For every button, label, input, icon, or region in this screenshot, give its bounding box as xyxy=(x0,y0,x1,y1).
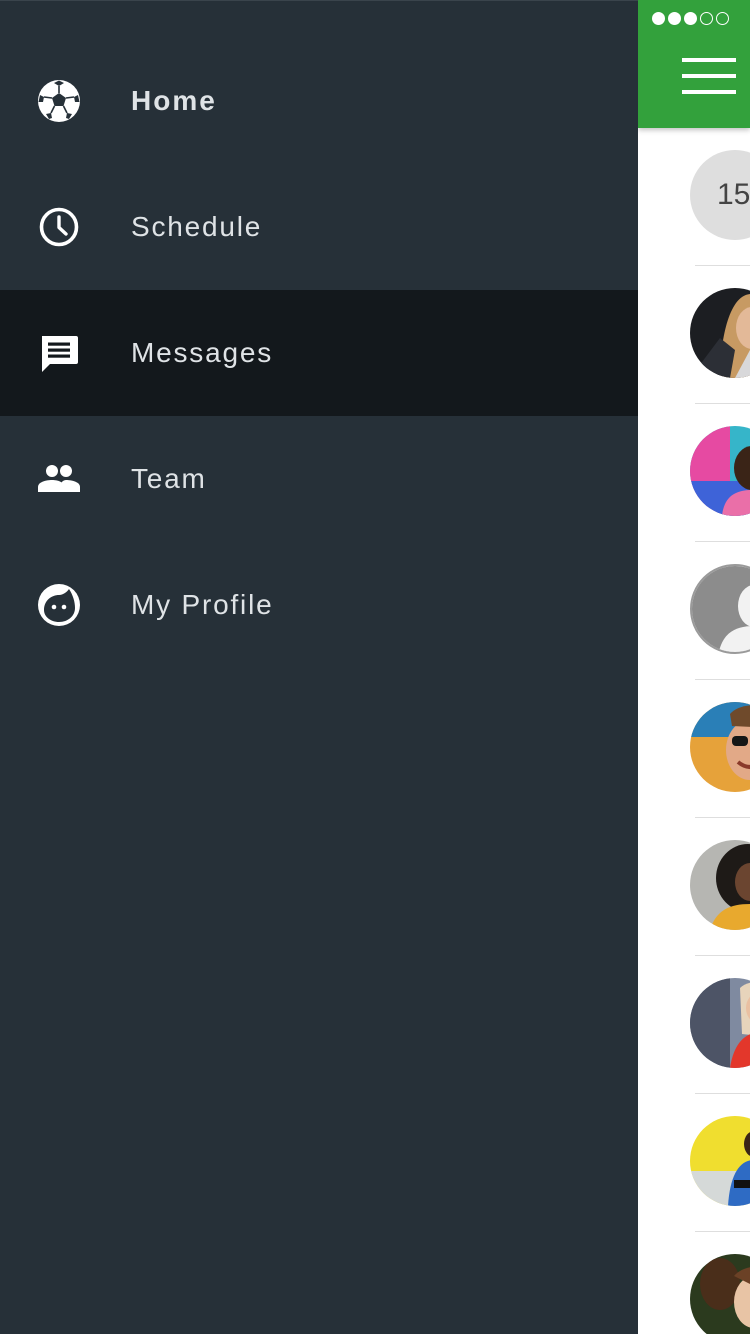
drawer-item-label: Schedule xyxy=(131,211,263,242)
list-item[interactable]: 15 xyxy=(638,128,750,266)
avatar-woman-curly-hair xyxy=(690,840,750,930)
signal-dot xyxy=(668,12,681,25)
avatar-woman-blonde xyxy=(690,288,750,378)
list-item[interactable] xyxy=(638,956,750,1094)
navigation-drawer: Home Schedule Messages Team My Profile xyxy=(0,0,638,1334)
avatar-woman-leaves xyxy=(690,1254,750,1334)
avatar-man-colorful-background xyxy=(690,426,750,516)
signal-dot xyxy=(700,12,713,25)
signal-strength-indicator xyxy=(652,12,729,25)
drawer-item-label: Team xyxy=(131,463,207,494)
list-item[interactable] xyxy=(638,266,750,404)
avatar-man-sunglasses xyxy=(690,702,750,792)
message-icon xyxy=(36,330,82,376)
count-badge: 15 xyxy=(690,150,750,240)
signal-dot xyxy=(652,12,665,25)
app-bar xyxy=(638,0,750,128)
list-item[interactable] xyxy=(638,542,750,680)
avatar-woman-red-shirt xyxy=(690,978,750,1068)
drawer-item-team[interactable]: Team xyxy=(0,416,638,542)
drawer-item-label: Messages xyxy=(131,337,274,368)
list-item[interactable] xyxy=(638,404,750,542)
signal-dot xyxy=(716,12,729,25)
list-item[interactable] xyxy=(638,1232,750,1334)
list-item[interactable] xyxy=(638,680,750,818)
drawer-item-messages[interactable]: Messages xyxy=(0,290,638,416)
list-item[interactable] xyxy=(638,1094,750,1232)
list-item[interactable] xyxy=(638,818,750,956)
drawer-item-label: Home xyxy=(131,85,217,116)
drawer-item-my-profile[interactable]: My Profile xyxy=(0,542,638,668)
hamburger-menu-icon[interactable] xyxy=(682,58,736,96)
avatar-placeholder xyxy=(690,564,750,654)
drawer-item-home[interactable]: Home xyxy=(0,38,638,164)
face-icon xyxy=(36,582,82,628)
soccer-ball-icon xyxy=(36,78,82,124)
signal-dot xyxy=(684,12,697,25)
people-icon xyxy=(36,456,82,502)
drawer-item-label: My Profile xyxy=(131,589,274,620)
avatar-man-blue-jacket xyxy=(690,1116,750,1206)
clock-icon xyxy=(36,204,82,250)
main-content: 15 xyxy=(638,0,750,1334)
drawer-item-schedule[interactable]: Schedule xyxy=(0,164,638,290)
